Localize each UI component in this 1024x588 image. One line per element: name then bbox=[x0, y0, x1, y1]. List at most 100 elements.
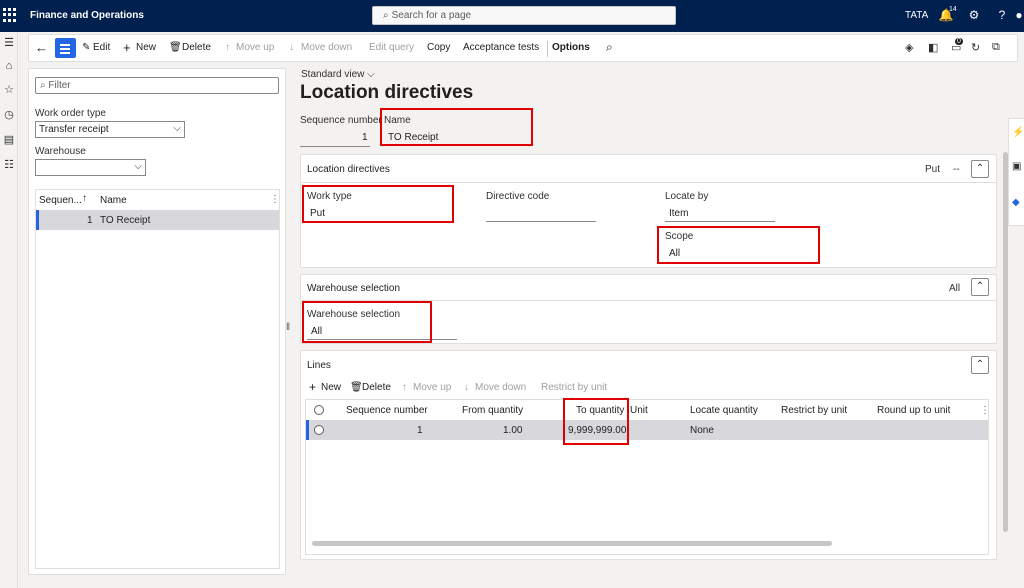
section-title[interactable]: Warehouse selection bbox=[307, 283, 400, 294]
section-title[interactable]: Location directives bbox=[307, 164, 390, 175]
options-tab[interactable]: Options bbox=[552, 42, 590, 53]
move-up-button[interactable]: Move up bbox=[236, 42, 274, 53]
divider bbox=[300, 146, 370, 147]
table-row[interactable]: 1 1.00 9,999,999.00 None bbox=[306, 420, 988, 440]
search-icon: ⌕ bbox=[383, 10, 389, 21]
clipboard-icon[interactable]: ▣ bbox=[1012, 161, 1021, 172]
work-order-type-label: Work order type bbox=[35, 108, 106, 119]
action-pane: ← ✎ Edit + New 🗑 Delete ↑ Move up ↓ Move… bbox=[28, 34, 1018, 62]
search-input[interactable]: ⌕ Search for a page bbox=[372, 6, 676, 25]
select-all-radio[interactable] bbox=[314, 405, 324, 415]
location-directives-section: Location directives Put -- ⌃ Work type P… bbox=[300, 154, 997, 268]
move-up-arrow-icon: ↑ bbox=[225, 42, 230, 53]
view-name: Standard view bbox=[301, 69, 365, 80]
column-options-icon[interactable]: ⋮ bbox=[980, 405, 990, 416]
office-icon[interactable]: ◧ bbox=[928, 41, 938, 54]
search-placeholder: Search for a page bbox=[391, 10, 472, 21]
action-search-icon[interactable]: ⌕ bbox=[606, 40, 613, 55]
summary-warehouse-selection: All bbox=[949, 283, 961, 294]
lines-delete-trash-icon: 🗑 bbox=[350, 382, 363, 393]
column-header-from-quantity[interactable]: From quantity bbox=[462, 405, 523, 416]
column-options-icon[interactable]: ⋮ bbox=[270, 194, 280, 205]
top-navigation-bar: Finance and Operations ⌕ Search for a pag… bbox=[0, 0, 1024, 32]
settings-gear-icon[interactable]: ⚙ bbox=[966, 7, 982, 23]
list-item-name: TO Receipt bbox=[100, 215, 151, 226]
lines-move-down-button[interactable]: Move down bbox=[475, 382, 526, 393]
sort-ascending-icon: ↑ bbox=[82, 193, 87, 204]
company-picker[interactable]: TATA bbox=[905, 10, 928, 21]
row-select-radio[interactable] bbox=[314, 425, 324, 435]
section-title[interactable]: Lines bbox=[307, 360, 331, 371]
cell-sequence-number: 1 bbox=[417, 425, 423, 436]
copilot-icon[interactable]: ◆ bbox=[1012, 197, 1020, 208]
lines-restrict-by-unit-button[interactable]: Restrict by unit bbox=[541, 382, 607, 393]
warehouse-label: Warehouse bbox=[35, 146, 86, 157]
lines-move-down-arrow-icon: ↓ bbox=[464, 382, 469, 393]
filter-input[interactable]: ⌕ Filter bbox=[35, 77, 279, 94]
modules-list-icon[interactable]: ☷ bbox=[2, 158, 16, 172]
copy-button[interactable]: Copy bbox=[427, 42, 450, 53]
user-avatar[interactable]: ● bbox=[1014, 7, 1024, 23]
cell-from-quantity: 1.00 bbox=[503, 425, 523, 436]
hamburger-menu-icon[interactable]: ☰ bbox=[2, 36, 16, 50]
highlight-box-name bbox=[380, 108, 533, 146]
edit-pencil-icon: ✎ bbox=[82, 42, 91, 53]
new-button[interactable]: New bbox=[136, 42, 156, 53]
notification-count: 14 bbox=[949, 6, 957, 13]
edit-button[interactable]: Edit bbox=[93, 42, 110, 53]
home-icon[interactable]: ⌂ bbox=[2, 59, 16, 73]
power-apps-icon[interactable]: ◈ bbox=[905, 41, 913, 54]
highlight-box-scope bbox=[657, 226, 820, 264]
filter-search-icon: ⌕ bbox=[40, 80, 46, 91]
pane-splitter-handle[interactable]: ‖ bbox=[286, 322, 290, 333]
column-header-locate-quantity[interactable]: Locate quantity bbox=[690, 405, 758, 416]
help-icon[interactable]: ? bbox=[994, 7, 1010, 23]
column-header-sequence[interactable]: Sequen... bbox=[39, 195, 82, 206]
delete-button[interactable]: Delete bbox=[182, 42, 211, 53]
chevron-down-icon: ⌵ bbox=[367, 69, 375, 80]
column-header-restrict-by-unit[interactable]: Restrict by unit bbox=[781, 405, 847, 416]
divider bbox=[665, 221, 775, 222]
view-selector[interactable]: Standard view ⌵ bbox=[301, 69, 375, 80]
list-item[interactable]: 1 TO Receipt bbox=[36, 210, 279, 230]
app-launcher-icon[interactable] bbox=[3, 8, 17, 22]
divider bbox=[547, 41, 548, 57]
column-header-unit[interactable]: Unit bbox=[630, 405, 648, 416]
workspaces-icon[interactable]: ▤ bbox=[2, 133, 16, 147]
summary-directive-code: -- bbox=[953, 164, 960, 175]
move-down-button[interactable]: Move down bbox=[301, 42, 352, 53]
warehouse-select[interactable]: ⌵ bbox=[35, 159, 146, 176]
chevron-down-icon: ⌵ bbox=[134, 161, 142, 172]
horizontal-scrollbar[interactable] bbox=[312, 541, 832, 546]
lines-move-up-button[interactable]: Move up bbox=[413, 382, 451, 393]
locate-by-field[interactable]: Item bbox=[669, 208, 688, 219]
refresh-icon[interactable]: ↻ bbox=[971, 41, 980, 54]
directives-list-grid: Sequen... ↑ Name ⋮ 1 TO Receipt bbox=[35, 189, 280, 569]
column-header-sequence-number[interactable]: Sequence number bbox=[346, 405, 428, 416]
sequence-number-field[interactable]: 1 bbox=[362, 132, 368, 143]
app-title[interactable]: Finance and Operations bbox=[30, 10, 144, 21]
collapse-chevron-up-icon[interactable]: ⌃ bbox=[971, 278, 989, 296]
edit-query-button[interactable]: Edit query bbox=[369, 42, 414, 53]
sequence-number-label: Sequence number bbox=[300, 115, 382, 126]
delete-trash-icon: 🗑 bbox=[169, 42, 182, 53]
side-panel-rail: ⚡ ▣ ◆ bbox=[1008, 118, 1024, 226]
favorites-star-icon[interactable]: ☆ bbox=[2, 83, 16, 97]
page-title: Location directives bbox=[300, 82, 474, 103]
recent-clock-icon[interactable]: ◷ bbox=[2, 108, 16, 122]
collapse-chevron-up-icon[interactable]: ⌃ bbox=[971, 356, 989, 374]
cell-locate-quantity: None bbox=[690, 425, 714, 436]
column-header-name[interactable]: Name bbox=[100, 195, 127, 206]
open-in-new-window-icon[interactable]: ⧉ bbox=[992, 41, 1000, 54]
column-header-round-up-to-unit[interactable]: Round up to unit bbox=[877, 405, 950, 416]
work-order-type-select[interactable]: Transfer receipt ⌵ bbox=[35, 121, 185, 138]
collapse-chevron-up-icon[interactable]: ⌃ bbox=[971, 160, 989, 178]
directive-code-label: Directive code bbox=[486, 191, 550, 202]
lines-new-button[interactable]: New bbox=[321, 382, 341, 393]
menu-toggle-button[interactable] bbox=[55, 38, 76, 58]
back-arrow-icon[interactable]: ← bbox=[35, 40, 48, 55]
acceptance-tests-button[interactable]: Acceptance tests bbox=[463, 42, 539, 53]
lines-delete-button[interactable]: Delete bbox=[362, 382, 391, 393]
highlight-box-to-quantity bbox=[563, 398, 629, 445]
connect-plug-icon[interactable]: ⚡ bbox=[1012, 127, 1024, 138]
